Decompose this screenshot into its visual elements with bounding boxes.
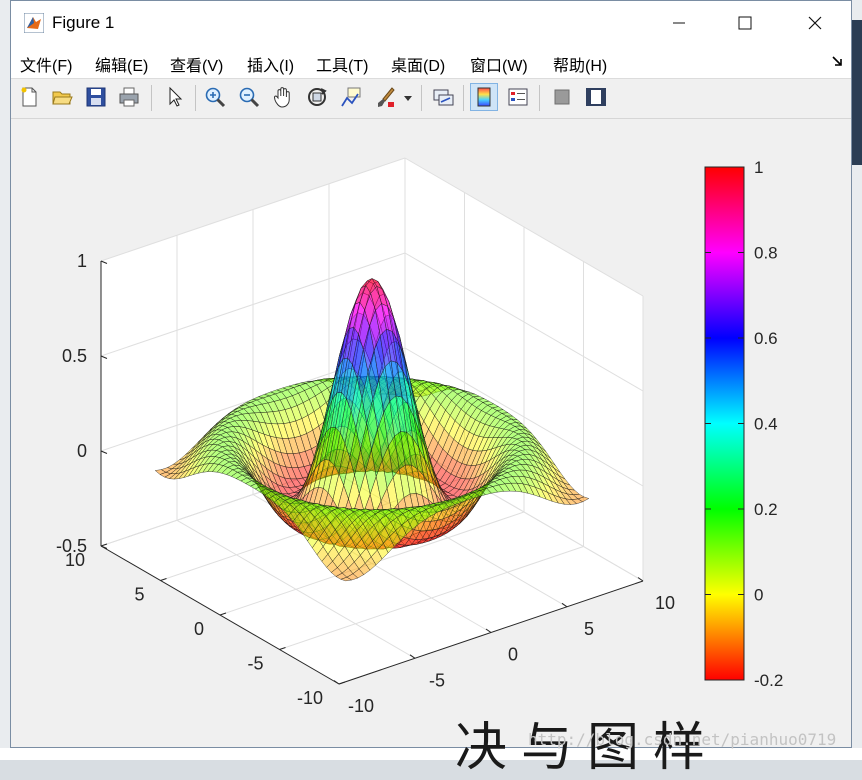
hide-plot-tools-button[interactable] <box>548 83 576 111</box>
watermark: http://blog.csdn.net/pianhuo0719 <box>528 730 837 749</box>
zoom-in-icon <box>205 87 226 108</box>
rotate-3d-button[interactable] <box>303 83 331 111</box>
x-tick-label: -10 <box>348 696 374 716</box>
menu-window[interactable]: 窗口(W) <box>470 52 528 76</box>
colorbar-tick-label: -0.2 <box>754 671 783 690</box>
toolbar-separator <box>195 85 196 111</box>
menu-help[interactable]: 帮助(H) <box>553 52 607 76</box>
zoom-out-button[interactable] <box>235 83 263 111</box>
menu-insert[interactable]: 插入(I) <box>247 52 294 76</box>
show-plot-tools-icon <box>586 88 606 106</box>
x-tick-label: 5 <box>584 619 594 639</box>
z-tick-label: 0 <box>77 441 87 461</box>
save-icon <box>86 87 106 107</box>
colorbar-icon <box>477 87 491 107</box>
rotate-3d-icon <box>308 88 327 106</box>
colorbar-tick-label: 0.4 <box>754 415 778 434</box>
open-file-button[interactable] <box>48 83 76 111</box>
dock-arrow-icon[interactable] <box>831 55 843 67</box>
menu-tools[interactable]: 工具(T) <box>316 52 368 76</box>
y-tick-label: 10 <box>65 550 85 570</box>
pan-button[interactable] <box>269 83 297 111</box>
colorbar-tick-label: 0.2 <box>754 500 778 519</box>
zoom-in-button[interactable] <box>201 83 229 111</box>
z-tick-label: 0.5 <box>62 346 87 366</box>
x-tick-label: -5 <box>429 670 445 690</box>
link-plot-button[interactable] <box>429 83 457 111</box>
legend-button[interactable] <box>504 83 532 111</box>
minimize-button[interactable] <box>647 1 711 45</box>
brush-icon <box>378 87 395 107</box>
legend-icon <box>508 88 528 106</box>
toolbar-separator <box>151 85 152 111</box>
colorbar-tick-label: 0.8 <box>754 244 778 263</box>
y-tick-label: -5 <box>247 654 263 674</box>
pointer-icon <box>169 86 183 107</box>
maximize-button[interactable] <box>713 1 777 45</box>
y-tick-label: -10 <box>297 688 323 708</box>
x-tick-label: 0 <box>508 645 518 665</box>
close-icon <box>808 16 822 30</box>
window-title: Figure 1 <box>52 13 115 32</box>
minimize-icon <box>673 22 685 24</box>
pan-hand-icon <box>274 87 290 108</box>
y-tick-label: 0 <box>194 619 204 639</box>
menu-bar: 文件(F) 编辑(E) 查看(V) 插入(I) 工具(T) 桌面(D) 窗口(W… <box>11 45 851 79</box>
print-button[interactable] <box>115 83 143 111</box>
toolbar-separator <box>463 85 464 111</box>
colorbar-tick-label: 0.6 <box>754 329 778 348</box>
matlab-logo-icon <box>24 13 44 33</box>
show-plot-tools-button[interactable] <box>582 83 610 111</box>
figure-canvas[interactable]: -0.5 0 0.5 1 -10 -5 0 5 10 -10 -5 0 5 10 1 0.8 0.6 0.4 0.… <box>11 119 851 747</box>
brush-button[interactable] <box>371 83 399 111</box>
toolbar-separator <box>421 85 422 111</box>
brush-dropdown-icon[interactable] <box>404 94 412 102</box>
desktop-background-bottom <box>0 748 862 760</box>
print-icon <box>119 87 139 107</box>
data-cursor-icon <box>341 87 361 107</box>
close-button[interactable] <box>783 1 847 45</box>
surface-plot[interactable]: -0.500.51-10-50510-10-50510 10.80.60.40.… <box>11 119 851 747</box>
figure-window: Figure 1 文件(F) 编辑(E) 查看(V) 插入(I) 工具(T) 桌… <box>10 0 852 748</box>
new-file-button[interactable] <box>15 83 43 111</box>
edit-plot-button[interactable] <box>161 83 189 111</box>
menu-file[interactable]: 文件(F) <box>20 52 72 76</box>
colorbar-tick-label: 0 <box>754 586 763 605</box>
toolbar <box>11 79 851 119</box>
y-tick-label: 5 <box>134 585 144 605</box>
x-tick-label: 10 <box>655 593 675 613</box>
colorbar-tick-label: 1 <box>754 158 763 177</box>
colorbar-button[interactable] <box>470 83 498 111</box>
hide-plot-tools-icon <box>554 89 570 105</box>
title-bar[interactable]: Figure 1 <box>11 1 851 45</box>
desktop-background-panel <box>852 20 862 165</box>
menu-view[interactable]: 查看(V) <box>170 52 223 76</box>
data-cursor-button[interactable] <box>337 83 365 111</box>
save-button[interactable] <box>82 83 110 111</box>
menu-edit[interactable]: 编辑(E) <box>95 52 148 76</box>
toolbar-separator <box>539 85 540 111</box>
colorbar: 1 0.8 0.6 0.4 0.2 0 -0.2 <box>704 158 783 690</box>
new-file-icon <box>21 87 37 107</box>
z-tick-label: 1 <box>77 251 87 271</box>
zoom-out-icon <box>239 87 260 108</box>
menu-desktop[interactable]: 桌面(D) <box>391 52 445 76</box>
link-plot-icon <box>433 89 454 106</box>
open-folder-icon <box>52 91 73 105</box>
maximize-icon <box>738 16 752 30</box>
